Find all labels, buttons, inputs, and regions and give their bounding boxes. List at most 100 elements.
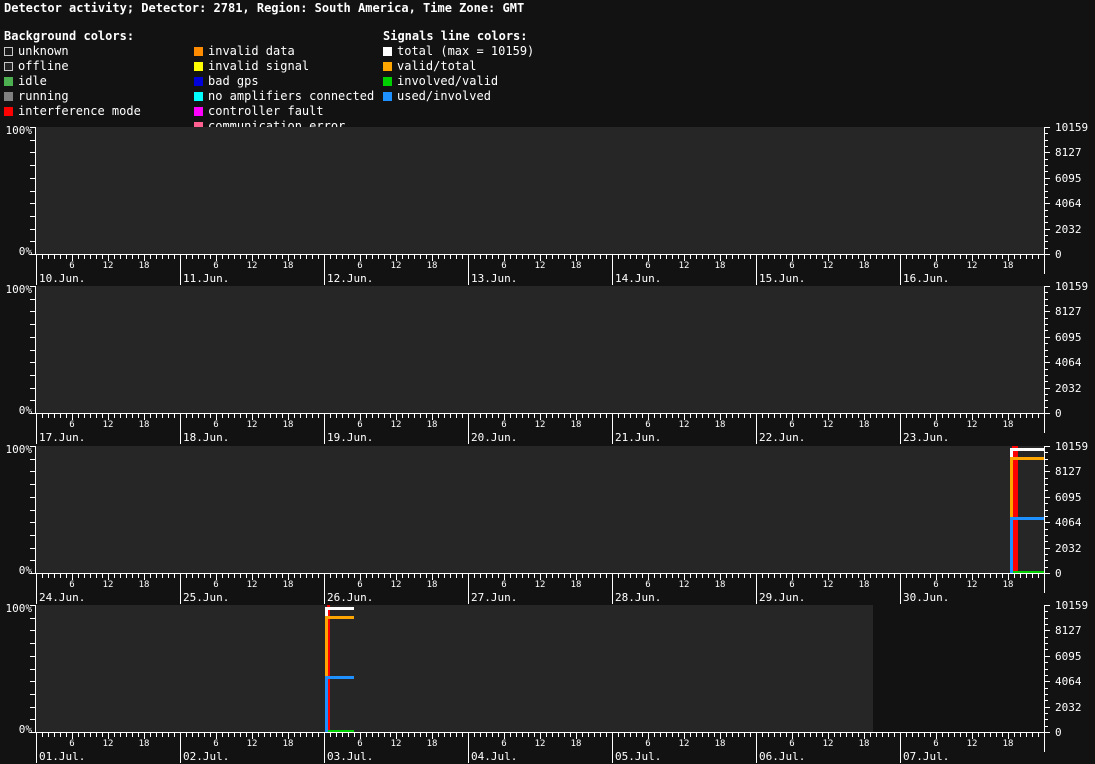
plot-area[interactable] [36, 605, 1044, 732]
hour-label: 18 [1002, 420, 1014, 430]
hour-tick [240, 574, 241, 578]
hour-tick [600, 414, 601, 418]
hour-label: 6 [357, 261, 363, 271]
legend-background-label: controller fault [208, 104, 324, 118]
legend-background-swatch-icon [4, 92, 13, 101]
y-axis-right-minor-tick [1045, 573, 1048, 574]
hour-tick [126, 733, 127, 737]
hour-tick [942, 414, 943, 418]
hour-tick [858, 255, 859, 259]
hour-tick [114, 255, 115, 259]
hour-tick [606, 574, 607, 578]
hour-tick [660, 255, 661, 259]
hour-tick [516, 733, 517, 737]
day-separator [180, 254, 181, 285]
hour-tick [750, 733, 751, 737]
hour-tick [312, 414, 313, 418]
y-axis-right-minor-tick [1045, 688, 1048, 689]
hour-label: 6 [357, 420, 363, 430]
hour-tick [1014, 255, 1015, 259]
y-axis-left [35, 127, 36, 255]
hour-tick [486, 733, 487, 737]
hour-label: 6 [501, 420, 507, 430]
hour-label: 6 [645, 739, 651, 749]
hour-tick [696, 733, 697, 737]
y-axis-right-label: 0 [1055, 567, 1062, 580]
hour-tick [78, 574, 79, 578]
day-separator [756, 573, 757, 604]
hour-label: 6 [69, 420, 75, 430]
hour-tick [882, 574, 883, 578]
y-axis-left-tick [30, 560, 35, 561]
hour-tick [672, 733, 673, 737]
hour-tick [354, 733, 355, 737]
y-axis-right-minor-tick [1045, 605, 1048, 606]
signal-line-used-involved [325, 676, 354, 679]
hour-tick [798, 414, 799, 418]
y-axis-left-tick [30, 535, 35, 536]
y-axis-right-minor-tick [1045, 152, 1048, 153]
background-band-unknown [873, 605, 1044, 732]
hour-tick [1038, 733, 1039, 737]
hour-tick [102, 414, 103, 418]
hour-tick [930, 414, 931, 418]
y-axis-right-minor-tick [1045, 503, 1048, 504]
legend-background-label: idle [18, 74, 47, 88]
hour-tick [678, 414, 679, 418]
hour-tick [96, 255, 97, 259]
hour-tick [966, 733, 967, 737]
legend-background-row: bad gps [194, 74, 374, 89]
hour-tick [240, 414, 241, 418]
hour-tick [150, 255, 151, 259]
hour-tick [192, 733, 193, 737]
hour-tick [90, 414, 91, 418]
y-axis-right-minor-tick [1045, 662, 1048, 663]
hour-tick [1020, 255, 1021, 259]
hour-tick [882, 414, 883, 418]
hour-tick [834, 255, 835, 259]
hour-tick [156, 733, 157, 737]
hour-tick [1026, 414, 1027, 418]
hour-tick [636, 414, 637, 418]
hour-tick [918, 733, 919, 737]
hour-tick [84, 574, 85, 578]
y-axis-left-tick [30, 400, 35, 401]
hour-label: 12 [678, 580, 690, 590]
hour-tick [654, 414, 655, 418]
plot-area[interactable] [36, 127, 1044, 254]
hour-tick [162, 574, 163, 578]
hour-tick [672, 574, 673, 578]
hour-tick [66, 574, 67, 578]
y-axis-right-minor-tick [1045, 311, 1048, 312]
hour-tick [744, 733, 745, 737]
legend-signal-label: used/involved [397, 89, 491, 103]
legend-background-label: invalid data [208, 44, 295, 58]
legend-background-label: no amplifiers connected [208, 89, 375, 103]
plot-area[interactable] [36, 286, 1044, 413]
hour-label: 6 [213, 739, 219, 749]
plot-area[interactable] [36, 446, 1044, 573]
day-separator [756, 254, 757, 285]
hour-tick [840, 574, 841, 578]
legend-column-background-1: Background colors: unknown offline idle run… [4, 29, 141, 119]
hour-label: 18 [714, 261, 726, 271]
y-axis-left-tick [30, 375, 35, 376]
y-axis-right-minor-tick [1045, 560, 1048, 561]
y-axis-left-tick [30, 573, 35, 574]
hour-tick [150, 574, 151, 578]
hour-tick [528, 414, 529, 418]
hour-tick [450, 574, 451, 578]
y-axis-right-minor-tick [1045, 241, 1048, 242]
hour-tick [300, 574, 301, 578]
hour-tick [462, 574, 463, 578]
hour-tick [906, 255, 907, 259]
signal-line-vertical-used-involved [1009, 517, 1013, 573]
y-axis-left-tick [30, 618, 35, 619]
y-axis-left-tick [30, 152, 35, 153]
hour-tick [552, 574, 553, 578]
hour-tick [132, 255, 133, 259]
legend-background-label: bad gps [208, 74, 259, 88]
hour-label: 6 [933, 739, 939, 749]
hour-tick [78, 414, 79, 418]
hour-tick [714, 255, 715, 259]
